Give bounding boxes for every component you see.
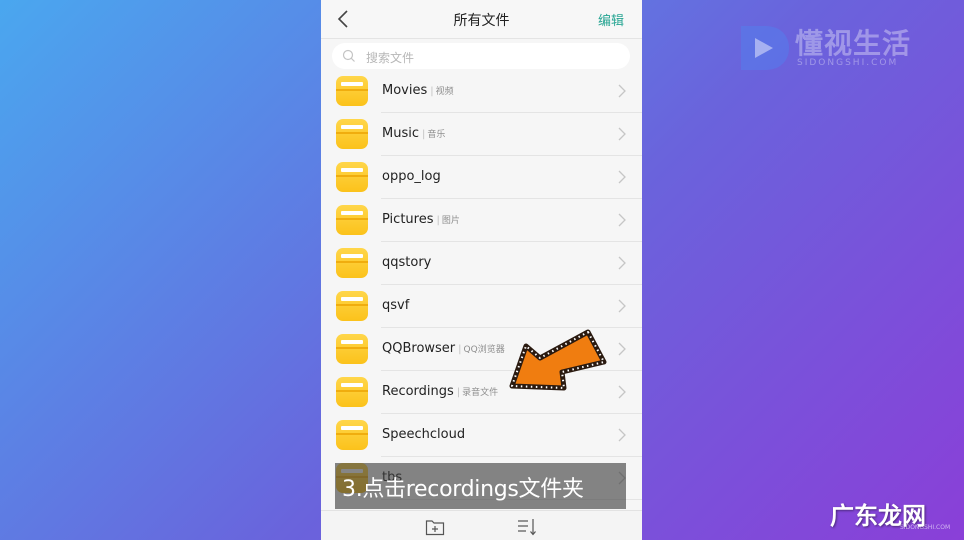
folder-label: QQBrowser | QQ浏览器	[382, 341, 505, 356]
folder-icon	[336, 334, 368, 364]
folder-name: qsvf	[382, 298, 410, 313]
folder-icon	[336, 76, 368, 106]
corner-watermark: 广东龙网 SIDONGSHI.COM	[830, 494, 964, 540]
folder-subtitle: QQ浏览器	[463, 345, 505, 355]
list-item[interactable]: qsvf	[321, 285, 642, 328]
folder-icon	[336, 420, 368, 450]
chevron-right-icon	[618, 299, 626, 313]
search-placeholder: 搜索文件	[366, 51, 415, 65]
chevron-right-icon	[618, 385, 626, 399]
search-input[interactable]: 搜索文件	[332, 43, 630, 69]
new-folder-icon[interactable]	[425, 518, 445, 536]
folder-icon	[336, 119, 368, 149]
chevron-right-icon	[618, 170, 626, 184]
folder-label: Pictures | 图片	[382, 212, 460, 227]
folder-label: Speechcloud	[382, 427, 465, 442]
corner-site: SIDONGSHI.COM	[900, 524, 951, 531]
separator: |	[422, 129, 426, 140]
folder-label: qqstory	[382, 255, 431, 270]
folder-icon	[336, 162, 368, 192]
list-item[interactable]: Pictures | 图片	[321, 199, 642, 242]
edit-button[interactable]: 编辑	[598, 10, 624, 29]
folder-icon	[336, 377, 368, 407]
folder-name: qqstory	[382, 255, 432, 270]
sort-icon[interactable]	[517, 518, 537, 536]
separator: |	[436, 215, 440, 226]
chevron-right-icon	[618, 84, 626, 98]
page-title: 所有文件	[453, 13, 510, 29]
chevron-right-icon	[618, 428, 626, 442]
brand-site: SIDONGSHI.COM	[797, 58, 899, 68]
folder-name: QQBrowser	[382, 341, 456, 356]
file-manager-screen: 所有文件 编辑 搜索文件 Movies | 视频 Music | 音乐 oppo_log Pi…	[321, 0, 642, 540]
folder-subtitle: 图片	[441, 216, 460, 226]
folder-subtitle: 视频	[435, 87, 454, 97]
brand-title: 懂视生活	[795, 27, 912, 60]
folder-name: oppo_log	[382, 169, 441, 184]
pointing-arrow-icon	[509, 329, 607, 391]
search-icon	[342, 49, 355, 62]
chevron-right-icon	[618, 127, 626, 141]
separator: |	[456, 387, 461, 398]
step-caption: 3.点击recordings文件夹	[335, 463, 626, 509]
folder-label: qsvf	[382, 298, 409, 313]
folder-label: oppo_log	[382, 169, 441, 184]
chevron-right-icon	[618, 256, 626, 270]
folder-icon	[336, 248, 368, 278]
chevron-right-icon	[618, 213, 626, 227]
folder-subtitle: 录音文件	[462, 388, 499, 398]
folder-name: Recordings	[382, 384, 454, 399]
folder-icon	[336, 291, 368, 321]
step-caption-text: 3.点击recordings文件夹	[342, 477, 584, 502]
chevron-right-icon	[618, 342, 626, 356]
list-item[interactable]: qqstory	[321, 242, 642, 285]
separator: |	[430, 86, 434, 97]
folder-label: Movies | 视频	[382, 83, 454, 98]
folder-subtitle: 音乐	[427, 130, 446, 140]
folder-name: Pictures	[382, 212, 434, 227]
bottom-toolbar	[321, 510, 642, 540]
folder-label: Recordings | 录音文件	[382, 384, 498, 399]
brand-watermark: 懂视生活 SIDONGSHI.COM	[735, 22, 935, 78]
folder-name: Music	[382, 126, 419, 141]
folder-name: Movies	[382, 83, 428, 98]
list-item[interactable]: Speechcloud	[321, 414, 642, 457]
folder-label: Music | 音乐	[382, 126, 445, 141]
play-logo-icon	[741, 26, 789, 70]
list-item[interactable]: oppo_log	[321, 156, 642, 199]
header-bar: 所有文件 编辑	[321, 0, 642, 39]
folder-name: Speechcloud	[382, 427, 466, 442]
folder-list: Movies | 视频 Music | 音乐 oppo_log Pictures | 图片 qqst…	[321, 70, 642, 500]
list-item[interactable]: Music | 音乐	[321, 113, 642, 156]
list-item[interactable]: Movies | 视频	[321, 70, 642, 113]
separator: |	[458, 344, 462, 355]
folder-icon	[336, 205, 368, 235]
